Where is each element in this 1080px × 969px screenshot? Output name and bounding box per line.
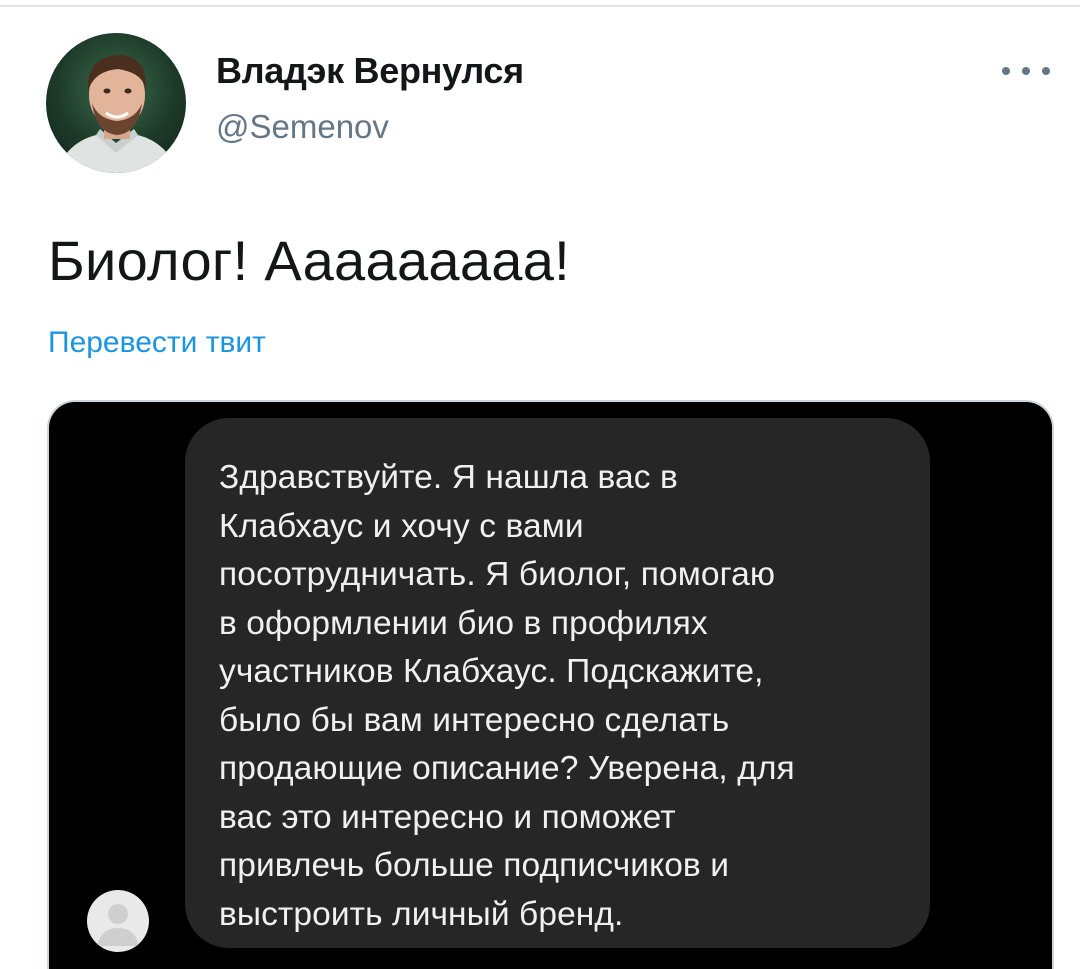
tweet-text: Биолог! Ааааааааа! bbox=[48, 229, 571, 292]
author-handle[interactable]: @Semenov bbox=[216, 108, 389, 146]
message-line: было бы вам интересно сделать bbox=[219, 701, 730, 739]
author-photo bbox=[56, 55, 178, 173]
more-options-button[interactable] bbox=[1002, 56, 1050, 86]
author-avatar[interactable] bbox=[46, 33, 186, 173]
more-horizontal-icon bbox=[1002, 67, 1010, 75]
top-divider bbox=[0, 5, 1080, 7]
message-line: вас это интересно и поможет bbox=[219, 798, 676, 836]
translate-tweet-link[interactable]: Перевести твит bbox=[48, 326, 266, 360]
default-avatar-icon bbox=[87, 890, 149, 952]
message-line: посотрудничать. Я биолог, помогаю bbox=[219, 556, 776, 593]
tweet-media-image[interactable]: Здравствуйте. Я нашла вас в Клабхаус и х… bbox=[47, 400, 1054, 969]
author-display-name[interactable]: Владэк Вернулся bbox=[216, 50, 524, 92]
message-line: в оформлении био в профилях bbox=[219, 604, 708, 642]
message-line: участников Клабхаус. Подскажите, bbox=[219, 653, 764, 690]
message-line: привлечь больше подписчиков и bbox=[219, 847, 730, 884]
message-line: Здравствуйте. Я нашла вас в bbox=[219, 459, 678, 496]
message-line: продающие описание? Уверена, для bbox=[219, 750, 795, 787]
more-horizontal-icon-dot bbox=[1022, 67, 1030, 75]
person-placeholder-icon bbox=[97, 904, 139, 946]
message-line: выстроить личный бренд. bbox=[219, 895, 624, 933]
more-horizontal-icon-dot bbox=[1042, 67, 1050, 75]
message-line: Клабхаус и хочу с вами bbox=[219, 507, 584, 545]
message-bubble: Здравствуйте. Я нашла вас в Клабхаус и х… bbox=[185, 418, 930, 948]
tweet-page: Владэк Вернулся @Semenov Биолог! Ааааааа… bbox=[0, 0, 1080, 969]
message-text: Здравствуйте. Я нашла вас в Клабхаус и х… bbox=[219, 454, 898, 939]
